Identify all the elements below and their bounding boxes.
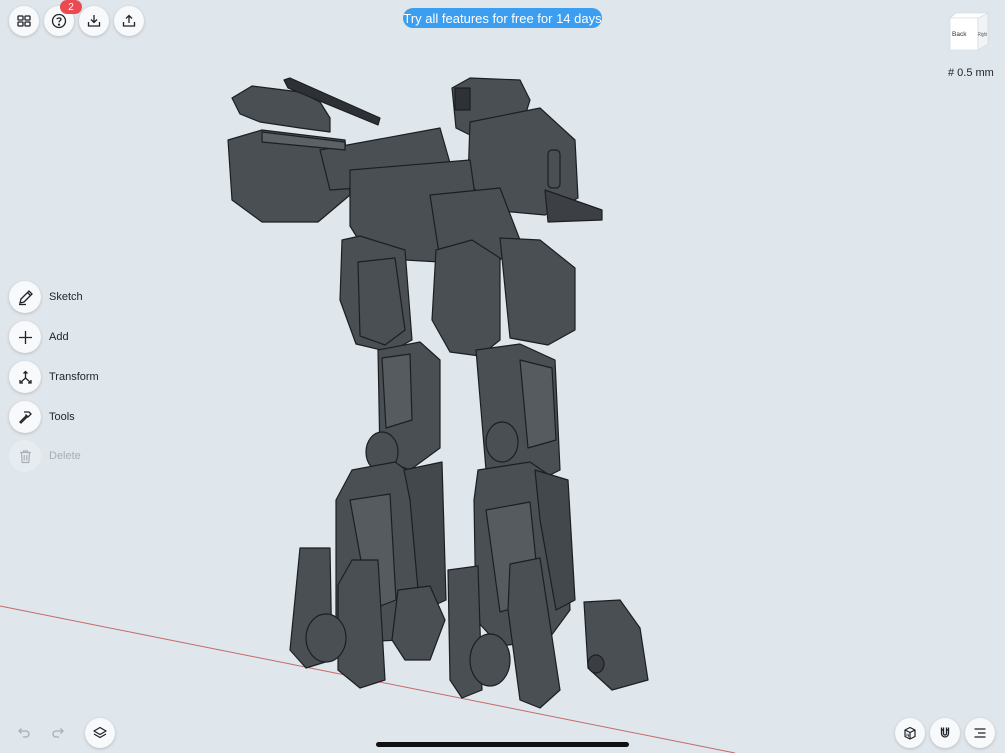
home-indicator [376, 742, 629, 747]
transform-icon [18, 370, 32, 384]
magnet-icon [940, 727, 950, 738]
grid-menu-button[interactable] [9, 6, 39, 36]
upload-tray-icon [122, 14, 136, 27]
pencil-icon [18, 289, 33, 305]
tool-add-label: Add [49, 331, 69, 343]
redo-button[interactable] [47, 720, 71, 744]
grid-icon [17, 15, 31, 27]
tool-transform-label: Transform [49, 371, 99, 383]
grid-size-label[interactable]: # 0.5 mm [948, 67, 994, 79]
redo-arrow-icon [52, 728, 64, 738]
layers-button[interactable] [85, 718, 115, 748]
menu-lines-icon [974, 728, 986, 738]
undo-button[interactable] [11, 720, 35, 744]
cube-icon [904, 726, 916, 740]
view-cube[interactable]: Back Right [948, 12, 990, 52]
help-button[interactable]: 2 [44, 0, 82, 36]
tool-sketch[interactable]: Sketch [9, 281, 83, 313]
plus-icon [18, 330, 32, 344]
tool-delete-label: Delete [49, 450, 81, 462]
layers-icon [93, 726, 107, 739]
hammer-icon [18, 410, 32, 424]
trash-icon [19, 449, 31, 463]
export-button[interactable] [114, 6, 144, 36]
free-trial-banner[interactable]: Try all features for free for 14 days [403, 8, 602, 28]
import-button[interactable] [79, 6, 109, 36]
tool-transform[interactable]: Transform [9, 361, 99, 393]
download-tray-icon [87, 15, 101, 27]
robot-model[interactable] [227, 77, 649, 709]
view-cube-right-face[interactable]: Right [978, 32, 987, 38]
tool-tools[interactable]: Tools [9, 401, 75, 433]
view-mode-button[interactable] [895, 718, 925, 748]
question-circle-icon [51, 13, 67, 29]
tool-delete[interactable]: Delete [9, 440, 81, 472]
snap-button[interactable] [930, 718, 960, 748]
tool-sketch-label: Sketch [49, 291, 83, 303]
notification-badge: 2 [60, 0, 82, 14]
menu-button[interactable] [965, 718, 995, 748]
view-cube-back-face[interactable]: Back [952, 31, 967, 38]
undo-arrow-icon [18, 728, 30, 738]
3d-viewport[interactable] [0, 0, 1005, 753]
tool-add[interactable]: Add [9, 321, 69, 353]
tool-tools-label: Tools [49, 411, 75, 423]
